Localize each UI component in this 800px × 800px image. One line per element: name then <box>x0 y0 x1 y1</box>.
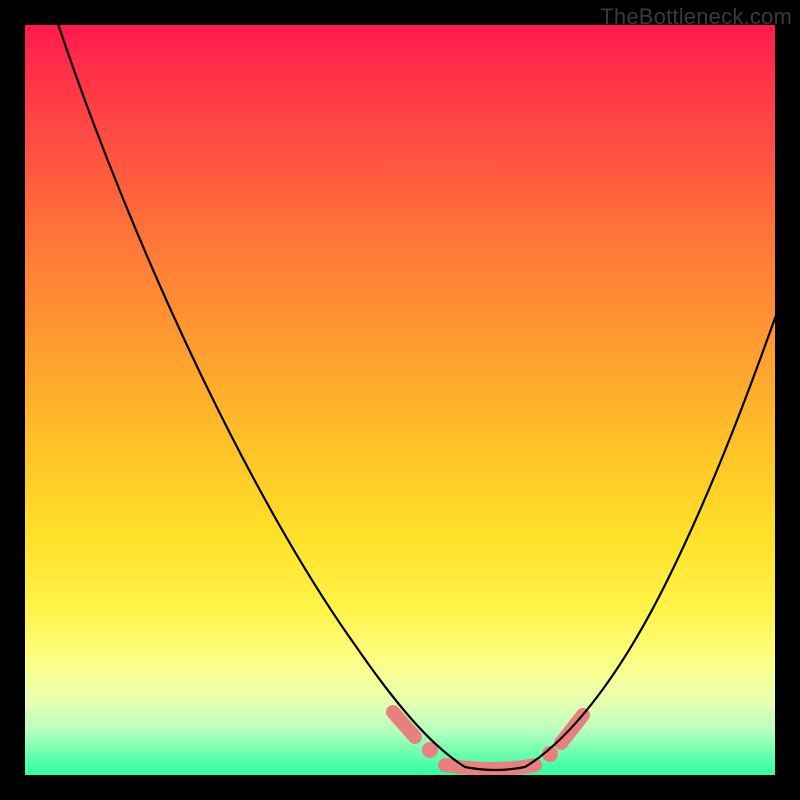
curve-layer <box>25 25 775 775</box>
salmon-highlight-group <box>393 712 583 769</box>
chart-frame: TheBottleneck.com <box>0 0 800 800</box>
plot-area <box>25 25 775 775</box>
salmon-segment-left <box>393 712 415 737</box>
curve-right-branch <box>525 290 775 767</box>
curve-left-branch <box>55 25 465 767</box>
